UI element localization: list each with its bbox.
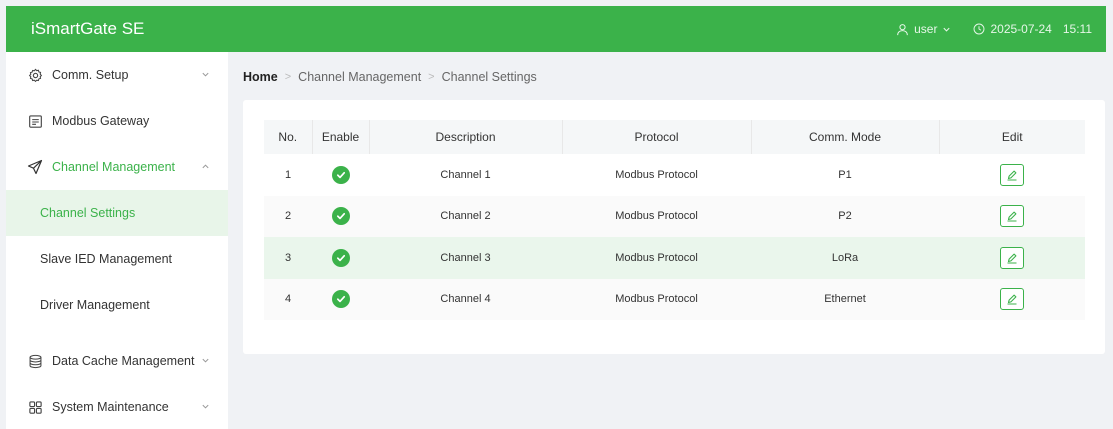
table-row[interactable]: 3 Channel 3 Modbus Protocol LoRa [264, 237, 1085, 279]
pencil-icon [1007, 211, 1017, 222]
sidebar: Comm. Setup Modbus Gateway Channel Manag… [6, 52, 228, 429]
sidebar-subitem-channel-settings[interactable]: Channel Settings [6, 190, 228, 236]
cell-protocol: Modbus Protocol [562, 195, 751, 237]
breadcrumb: Home > Channel Management > Channel Sett… [228, 52, 1106, 102]
settings-icon [20, 68, 50, 83]
breadcrumb-home[interactable]: Home [243, 70, 278, 84]
sidebar-item-channel-management[interactable]: Channel Management [6, 144, 228, 190]
pencil-icon [1007, 170, 1017, 181]
send-icon [20, 159, 50, 175]
cell-edit [939, 154, 1085, 196]
pencil-icon [1007, 294, 1017, 305]
sidebar-item-label: Data Cache Management [52, 354, 195, 368]
breadcrumb-separator-icon: > [284, 71, 292, 83]
sidebar-item-modbus-gateway[interactable]: Modbus Gateway [6, 98, 228, 144]
cell-edit [939, 195, 1085, 237]
chevron-down-icon [201, 400, 210, 414]
check-circle-icon[interactable] [331, 290, 350, 309]
check-circle-icon[interactable] [331, 248, 350, 267]
sidebar-item-system-maintenance[interactable]: System Maintenance [6, 384, 228, 429]
column-header-enable: Enable [312, 120, 370, 154]
edit-button[interactable] [1000, 288, 1024, 311]
check-circle-icon[interactable] [331, 165, 350, 184]
cell-no: 2 [264, 195, 312, 237]
gateway-icon [20, 114, 50, 129]
cell-protocol: Modbus Protocol [562, 154, 751, 196]
user-icon [896, 23, 909, 36]
column-header-no: No. [264, 120, 313, 154]
breadcrumb-channel-settings: Channel Settings [441, 70, 537, 84]
app-window: iSmartGate SE user 2025-07-24 15:11 Comm… [0, 0, 1113, 429]
cell-no: 4 [264, 278, 312, 320]
column-header-edit: Edit [939, 120, 1085, 154]
cell-no: 1 [264, 154, 312, 196]
table-row[interactable]: 4 Channel 4 Modbus Protocol Ethernet [264, 278, 1085, 320]
edit-button[interactable] [1000, 205, 1024, 228]
chevron-down-icon [942, 25, 951, 34]
cell-comm-mode: P2 [751, 195, 939, 237]
sidebar-subitem-driver-management[interactable]: Driver Management [6, 282, 228, 328]
edit-button[interactable] [1000, 163, 1024, 186]
sidebar-item-comm-setup[interactable]: Comm. Setup [6, 52, 228, 98]
clock-icon [973, 23, 985, 35]
cell-no: 3 [264, 237, 312, 279]
table-row[interactable]: 2 Channel 2 Modbus Protocol P2 [264, 195, 1085, 237]
breadcrumb-separator-icon: > [428, 71, 435, 83]
cell-comm-mode: P1 [751, 154, 939, 196]
cell-description: Channel 1 [369, 154, 562, 196]
top-bar: iSmartGate SE user 2025-07-24 15:11 [6, 6, 1106, 52]
cell-description: Channel 3 [369, 237, 562, 279]
cell-enable [312, 195, 369, 237]
table-row[interactable]: 1 Channel 1 Modbus Protocol P1 [264, 154, 1085, 196]
sidebar-item-label: Modbus Gateway [52, 114, 150, 128]
chevron-up-icon [201, 160, 210, 174]
chevron-down-icon [201, 354, 210, 368]
cell-comm-mode: Ethernet [751, 278, 939, 320]
table-header-row: No. Enable Description Protocol Comm. Mo… [264, 120, 1085, 154]
apps-icon [20, 400, 50, 415]
database-icon [20, 354, 50, 369]
cell-description: Channel 2 [369, 195, 562, 237]
cell-edit [939, 237, 1085, 279]
cell-protocol: Modbus Protocol [562, 278, 751, 320]
datetime-display: 2025-07-24 15:11 [973, 22, 1092, 36]
app-title: iSmartGate SE [31, 19, 145, 38]
cell-protocol: Modbus Protocol [562, 237, 751, 279]
cell-comm-mode: LoRa [751, 237, 939, 279]
sidebar-subitem-slave-ied-management[interactable]: Slave IED Management [6, 236, 228, 282]
user-menu[interactable]: user [896, 22, 951, 36]
edit-button[interactable] [1000, 246, 1024, 269]
column-header-protocol: Protocol [562, 120, 752, 154]
breadcrumb-channel-management[interactable]: Channel Management [298, 70, 421, 84]
sidebar-item-label: System Maintenance [52, 400, 169, 414]
column-header-description: Description [369, 120, 563, 154]
channel-table: No. Enable Description Protocol Comm. Mo… [264, 120, 1085, 320]
cell-enable [312, 278, 369, 320]
main-content: Home > Channel Management > Channel Sett… [228, 52, 1106, 429]
sidebar-item-label: Channel Management [52, 160, 175, 174]
time-text: 15:11 [1062, 22, 1092, 36]
column-header-comm-mode: Comm. Mode [751, 120, 940, 154]
user-name: user [914, 22, 938, 36]
sidebar-item-data-cache-management[interactable]: Data Cache Management [6, 338, 228, 384]
cell-enable [312, 154, 369, 196]
cell-description: Channel 4 [369, 278, 562, 320]
chevron-down-icon [201, 68, 210, 82]
date-text: 2025-07-24 [990, 22, 1052, 36]
pencil-icon [1007, 253, 1017, 264]
channel-settings-card: No. Enable Description Protocol Comm. Mo… [243, 100, 1105, 354]
sidebar-item-label: Comm. Setup [52, 68, 129, 82]
cell-enable [312, 237, 369, 279]
cell-edit [939, 278, 1085, 320]
check-circle-icon[interactable] [331, 207, 350, 226]
